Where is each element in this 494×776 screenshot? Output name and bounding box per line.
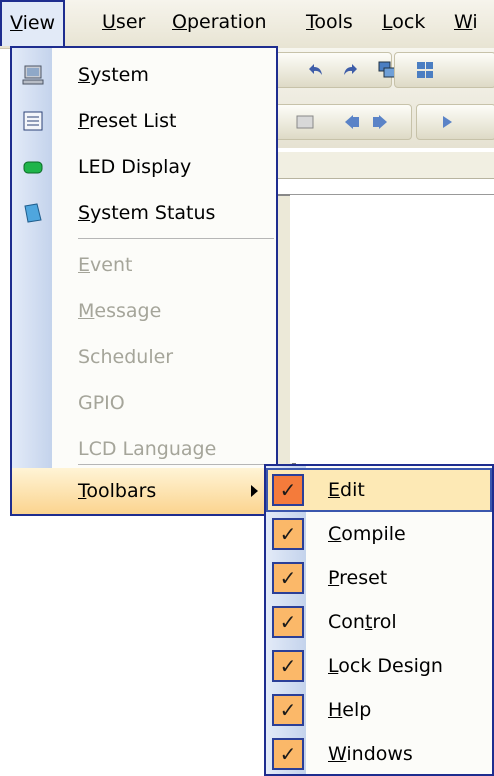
checkmark-icon: ✓: [272, 650, 304, 682]
menu-item-lcd-language: LCD Language: [12, 426, 276, 472]
menu-lock-label: ock: [392, 11, 426, 33]
menu-view-mnemonic: V: [10, 12, 23, 34]
undo-icon[interactable]: [305, 60, 325, 80]
next-preset-icon[interactable]: [371, 112, 391, 132]
toolbar-item-control-label: Control: [328, 611, 397, 633]
menu-tools[interactable]: Tools: [298, 0, 361, 48]
menu-item-system-status-label: System Status: [78, 202, 216, 224]
menu-lock-mnemonic: L: [382, 11, 393, 33]
toolbar-item-help-label: Help: [328, 699, 372, 721]
toolbar-item-edit-label: Edit: [328, 479, 365, 501]
preset-icon[interactable]: [295, 112, 315, 132]
menu-item-message: Message: [12, 288, 276, 334]
checkmark-icon: ✓: [272, 474, 304, 506]
menu-lock[interactable]: Lock: [374, 0, 433, 48]
toolbar-item-lock-design-label: Lock Design: [328, 655, 443, 677]
toolbar-item-windows[interactable]: ✓ Windows: [266, 732, 492, 776]
menu-separator: [78, 238, 274, 239]
menu-item-gpio-label: GPIO: [78, 392, 125, 414]
edit-toolbar: [260, 52, 396, 88]
menu-item-toolbars-gutter: [12, 468, 52, 514]
checkmark-icon: ✓: [272, 606, 304, 638]
preset-toolbar: [260, 104, 412, 140]
menu-item-event-label: Event: [78, 254, 133, 276]
menu-operation-mnemonic: O: [172, 11, 187, 33]
menu-user-mnemonic: U: [102, 11, 116, 33]
play-icon[interactable]: [437, 112, 457, 132]
menu-user-label: ser: [115, 11, 146, 33]
toolbar-item-compile-label: Compile: [328, 523, 406, 545]
workspace-area: [290, 194, 494, 463]
toolbar-area: [260, 48, 494, 148]
led-icon: [23, 161, 43, 174]
menu-bar: View User Operation Tools Lock Wi: [0, 0, 494, 49]
submenu-arrow-icon: [251, 485, 258, 497]
toolbar-item-preset[interactable]: ✓ Preset: [266, 556, 492, 600]
menu-user[interactable]: User: [94, 0, 153, 48]
menu-item-gpio: GPIO: [12, 380, 276, 426]
menu-separator: [78, 464, 274, 465]
toolbars-submenu: ✓ Edit ✓ Compile ✓ Preset ✓ Control ✓ Lo…: [264, 464, 494, 776]
list-icon: [23, 111, 43, 131]
document-tab-strip: [260, 152, 494, 179]
menu-item-toolbars[interactable]: Toolbars: [12, 468, 276, 514]
menu-item-toolbars-label: Toolbars: [78, 480, 157, 502]
toolbar-item-preset-label: Preset: [328, 567, 388, 589]
menu-item-lcd-language-label: LCD Language: [78, 438, 217, 460]
menu-window[interactable]: Wi: [446, 0, 486, 48]
toolbar-item-control[interactable]: ✓ Control: [266, 600, 492, 644]
menu-tools-label: ools: [314, 11, 353, 33]
toolbar-item-windows-label: Windows: [328, 743, 413, 765]
checkmark-icon: ✓: [272, 694, 304, 726]
control-toolbar: [416, 104, 494, 140]
toolbar-item-compile[interactable]: ✓ Compile: [266, 512, 492, 556]
windows-toolbar: [394, 52, 494, 88]
menu-view-label: iew: [22, 12, 56, 34]
cascade-icon[interactable]: [415, 60, 435, 80]
menu-operation[interactable]: Operation: [164, 0, 275, 48]
toolbar-item-help[interactable]: ✓ Help: [266, 688, 492, 732]
menu-item-system-status[interactable]: System Status: [12, 190, 276, 236]
menu-item-preset-list-label: Preset List: [78, 110, 177, 132]
view-menu: System Preset List LED Display System St…: [10, 46, 278, 516]
menu-item-system-label: System: [78, 64, 149, 86]
checkmark-icon: ✓: [272, 738, 304, 770]
menu-view[interactable]: View: [0, 0, 66, 46]
menu-item-scheduler-label: Scheduler: [78, 346, 174, 368]
menu-item-preset-list[interactable]: Preset List: [12, 98, 276, 144]
checkmark-icon: ✓: [272, 562, 304, 594]
toolbar-item-lock-design[interactable]: ✓ Lock Design: [266, 644, 492, 688]
redo-icon[interactable]: [341, 60, 361, 80]
status-icon: [24, 203, 42, 223]
menu-item-led-display[interactable]: LED Display: [12, 144, 276, 190]
toolbar-item-edit[interactable]: ✓ Edit: [266, 468, 492, 512]
checkmark-icon: ✓: [272, 518, 304, 550]
previous-preset-icon[interactable]: [341, 112, 361, 132]
menu-operation-label: peration: [186, 11, 267, 33]
menu-item-system[interactable]: System: [12, 52, 276, 98]
menu-item-event: Event: [12, 242, 276, 288]
menu-item-scheduler: Scheduler: [12, 334, 276, 380]
computer-icon: [22, 65, 44, 85]
menu-window-label: i: [472, 11, 478, 33]
menu-item-message-label: Message: [78, 300, 162, 322]
menu-window-mnemonic: W: [454, 11, 473, 33]
menu-item-led-display-label: LED Display: [78, 156, 192, 178]
